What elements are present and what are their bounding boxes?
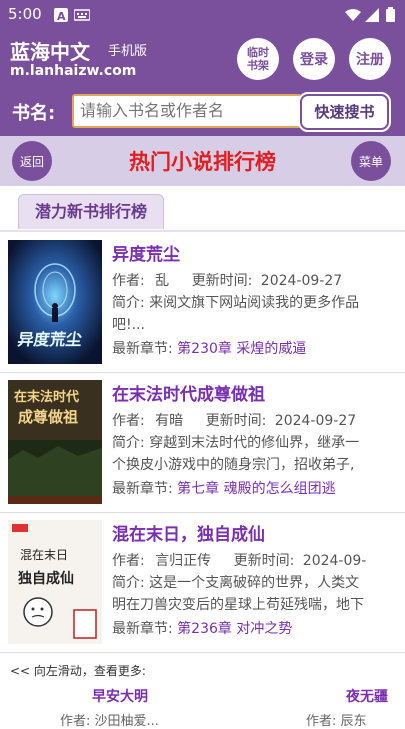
book-item[interactable]: 在末法时代 成尊做祖 在末法时代成尊做祖 作者: 有暗 更新时间: 2024-0… <box>0 372 405 513</box>
updated-value: 2024-09-27 <box>274 413 357 429</box>
book-intro-line: 个换皮小游戏中的随身宗门，招收弟子, <box>112 454 354 474</box>
title-bar: 返回 热门小说排行榜 菜单 <box>0 136 405 186</box>
tab-area: 潜力新书排行榜 <box>0 186 405 230</box>
wifi-icon <box>345 7 361 21</box>
intro-text: 明在刀兽灾变后的星球上苟延残喘，地下 <box>112 597 364 613</box>
login-label: 登录 <box>300 52 328 68</box>
cover-text: 在末法时代 <box>14 390 80 405</box>
status-bar: 5:00 A <box>0 0 405 30</box>
battery-icon <box>386 7 395 22</box>
latest-chapter-link[interactable]: 第236章 对冲之势 <box>177 621 292 637</box>
register-button[interactable]: 注册 <box>349 38 391 80</box>
author-name: 有暗 <box>155 413 184 429</box>
latest-chapter-link[interactable]: 第七章 魂殿的怎么组团逃 <box>177 481 335 497</box>
book-intro-line: 简介: 来阅文旗下网站阅读我的更多作品 <box>112 292 359 312</box>
cover-text: 独自成仙 <box>18 571 74 587</box>
intro-text: 个换皮小游戏中的随身宗门，招收弟子, <box>112 457 355 473</box>
tab-new-books-ranking[interactable]: 潜力新书排行榜 <box>18 194 164 229</box>
book-intro-line: 吧!... <box>112 314 145 334</box>
updated-value: 2024-09-27 <box>260 273 343 289</box>
book-intro-line: 简介: 穿越到末法时代的修仙界，继承一 <box>112 432 359 452</box>
temp-bookshelf-label-2: 书架 <box>247 59 269 72</box>
temp-bookshelf-label-1: 临时 <box>247 46 269 59</box>
book-cover[interactable]: 在末法时代 成尊做祖 <box>8 380 102 504</box>
search-input[interactable]: 请输入书名或作者名 <box>72 94 302 128</box>
author-label: 作者: <box>112 413 145 429</box>
keyboard-icon <box>73 7 91 21</box>
updated-label: 更新时间: <box>191 273 253 289</box>
latest-label: 最新章节: <box>112 621 173 637</box>
intro-text: 来阅文旗下网站阅读我的更多作品 <box>149 295 360 311</box>
book-latest: 最新章节: 第230章 采煌的威逼 <box>112 338 306 358</box>
intro-text: 这是一个支离破碎的世界，人类文 <box>149 575 360 591</box>
intro-text: 穿越到末法时代的修仙界，继承一 <box>149 435 360 451</box>
book-item[interactable]: 异度荒尘 异度荒尘 作者: 乱 更新时间: 2024-09-27 简介: 来阅文… <box>0 232 405 373</box>
site-header: 蓝海中文 手机版 m.lanhaizw.com 临时 书架 登录 注册 <box>0 30 405 86</box>
signal-icon <box>365 7 379 22</box>
quick-search-button[interactable]: 快速搜书 <box>298 92 391 132</box>
cover-text: 异度荒尘 <box>16 330 84 349</box>
author-name: 乱 <box>155 273 170 289</box>
intro-label: 简介: <box>112 575 145 591</box>
updated-label: 更新时间: <box>205 413 267 429</box>
updated-value: 2024-09- <box>302 553 367 569</box>
svg-text:A: A <box>57 10 66 22</box>
carousel-book-title[interactable]: 早安大明 <box>92 686 148 706</box>
search-bar: 书名: 请输入书名或作者名 快速搜书 <box>0 86 405 136</box>
cover-text: 成尊做祖 <box>18 408 79 426</box>
book-title[interactable]: 在末法时代成尊做祖 <box>112 380 265 405</box>
more-books-carousel[interactable]: << 向左滑动，查看更多: 早安大明 夜无疆 作者: 沙田柚爱... 作者: 辰… <box>0 660 405 729</box>
book-intro-line: 简介: 这是一个支离破碎的世界，人类文 <box>112 572 359 592</box>
book-list: 异度荒尘 异度荒尘 作者: 乱 更新时间: 2024-09-27 简介: 来阅文… <box>0 230 405 662</box>
swipe-hint: << 向左滑动，查看更多: <box>10 664 146 678</box>
author-label: 作者: <box>112 553 145 569</box>
book-item[interactable]: 混在末日 独自成仙 混在末日，独自成仙 作者: 言归正传 更新时间: 2024-… <box>0 512 405 653</box>
book-intro-line: 明在刀兽灾变后的星球上苟延残喘，地下 <box>112 594 364 614</box>
menu-label: 菜单 <box>358 154 383 169</box>
intro-label: 简介: <box>112 295 145 311</box>
book-title[interactable]: 异度荒尘 <box>112 240 180 265</box>
menu-button[interactable]: 菜单 <box>351 141 391 181</box>
book-cover[interactable]: 异度荒尘 <box>8 240 102 364</box>
search-label: 书名: <box>12 103 56 124</box>
latest-label: 最新章节: <box>112 481 173 497</box>
register-label: 注册 <box>356 52 384 68</box>
site-name[interactable]: 蓝海中文 <box>10 36 90 65</box>
intro-label: 简介: <box>112 435 145 451</box>
status-time: 5:00 <box>8 5 42 23</box>
book-meta: 作者: 有暗 更新时间: 2024-09-27 <box>112 410 356 430</box>
intro-text: 吧!... <box>112 317 145 333</box>
book-cover[interactable]: 混在末日 独自成仙 <box>8 520 102 644</box>
site-subtitle: 手机版 <box>108 44 148 59</box>
updated-label: 更新时间: <box>233 553 295 569</box>
notification-a-icon: A <box>54 7 68 23</box>
author-label: 作者: <box>112 273 145 289</box>
book-latest: 最新章节: 第七章 魂殿的怎么组团逃 <box>112 478 336 498</box>
book-latest: 最新章节: 第236章 对冲之势 <box>112 618 292 638</box>
book-title[interactable]: 混在末日，独自成仙 <box>112 520 265 545</box>
cover-text: 混在末日 <box>20 548 69 562</box>
latest-chapter-link[interactable]: 第230章 采煌的威逼 <box>177 341 306 357</box>
carousel-book-title[interactable]: 夜无疆 <box>346 686 388 706</box>
temp-bookshelf-button[interactable]: 临时 书架 <box>237 38 279 80</box>
book-meta: 作者: 言归正传 更新时间: 2024-09- <box>112 550 366 570</box>
site-url: m.lanhaizw.com <box>10 63 137 79</box>
login-button[interactable]: 登录 <box>293 38 335 80</box>
author-name: 言归正传 <box>155 553 212 569</box>
latest-label: 最新章节: <box>112 341 173 357</box>
book-meta: 作者: 乱 更新时间: 2024-09-27 <box>112 270 342 290</box>
page-title: 热门小说排行榜 <box>129 150 276 174</box>
